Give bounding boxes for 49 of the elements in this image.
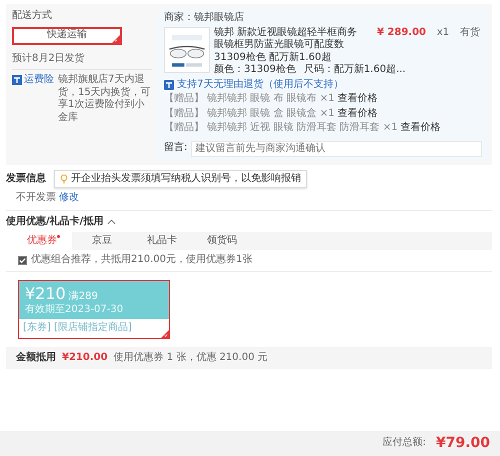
- gift-tag: 【赠品】: [164, 93, 204, 106]
- discount-title: 使用优惠/礼品卡/抵用: [6, 216, 104, 228]
- gift-name: 镜邦镜邦 眼镜 盒 眼镜盒 ×1: [207, 108, 334, 120]
- summary-label: 金额抵用: [16, 352, 56, 364]
- check-corner-icon: [112, 34, 120, 42]
- check-corner-icon: [161, 330, 169, 338]
- recommend-text: 优惠组合推荐，共抵用210.00元，使用优惠券1张: [31, 254, 252, 266]
- lightbulb-icon: [60, 174, 68, 184]
- price-link[interactable]: 查看价格: [337, 108, 378, 120]
- product-title[interactable]: 镜邦 新款近视眼镜超轻半框商务眼镜框男防蓝光眼镜可配度数 31309枪色 配万新1.60超: [214, 26, 364, 64]
- invoice-tip: 开企业抬头发票须填写纳税人识别号，以免影响报销: [54, 170, 307, 188]
- size-spec: 尺码：配万新1.60超...: [304, 64, 406, 76]
- tab[interactable]: 礼品卡: [132, 232, 192, 250]
- gift-tag: 【赠品】: [164, 108, 204, 120]
- color-spec: 颜色：31309枪色: [214, 64, 296, 76]
- invoice-value: 不开发票: [16, 192, 56, 204]
- shop-name: 商家：镜邦眼镜店: [164, 12, 245, 24]
- gift-name: 镜邦镜邦 眼镜 布 眼镜布 ×1: [207, 93, 334, 106]
- invoice-title: 发票信息: [6, 172, 46, 185]
- product-price: ¥ 289.00: [376, 26, 426, 39]
- section-title: 配送方式: [12, 10, 53, 22]
- price-link[interactable]: 查看价格: [337, 93, 378, 106]
- total-amount: ¥79.00: [436, 434, 490, 452]
- checkbox[interactable]: [18, 256, 27, 265]
- coupon-condition: 满289: [68, 290, 98, 302]
- insurance-badge: 运费险: [12, 74, 54, 124]
- coupon-validity: 有效期至2023-07-30: [25, 304, 124, 316]
- edit-link[interactable]: 修改: [59, 192, 79, 204]
- message-label: 留言:: [164, 142, 188, 155]
- tab[interactable]: 京豆: [72, 232, 132, 250]
- stock-status: 有货: [460, 26, 480, 39]
- total-label: 应付总额:: [382, 437, 426, 450]
- message-field[interactable]: 建议留言前先与商家沟通确认: [191, 140, 482, 156]
- price-link[interactable]: 查看价格: [400, 122, 441, 134]
- return-icon: [164, 80, 174, 90]
- return-policy: 支持7天无理由退货（使用后不支持）: [177, 78, 344, 91]
- gift-tag: 【赠品】: [164, 122, 204, 134]
- summary-amount: ¥210.00: [62, 352, 108, 364]
- tab[interactable]: 优惠券: [12, 232, 72, 250]
- insurance-text: 镜邦旗舰店7天内退货，15天内换货，可享1次运费险付到小金库: [58, 74, 152, 124]
- quantity: x1: [436, 26, 450, 39]
- shipping-option[interactable]: 快递运输: [12, 26, 122, 44]
- gift-name: 镜邦镜邦 近视 眼镜 防滑耳套 防滑耳套 ×1: [207, 122, 398, 134]
- caret-icon[interactable]: [107, 218, 116, 225]
- coupon-tags: [东券] [限店铺指定商品]: [19, 319, 159, 338]
- tab[interactable]: 领货码: [192, 232, 252, 250]
- coupon-amount: ¥210: [25, 284, 66, 302]
- summary-detail: 使用优惠券 1 张，优惠 210.00 元: [114, 352, 268, 364]
- delivery-estimate: 预计8月2日发货: [12, 48, 152, 70]
